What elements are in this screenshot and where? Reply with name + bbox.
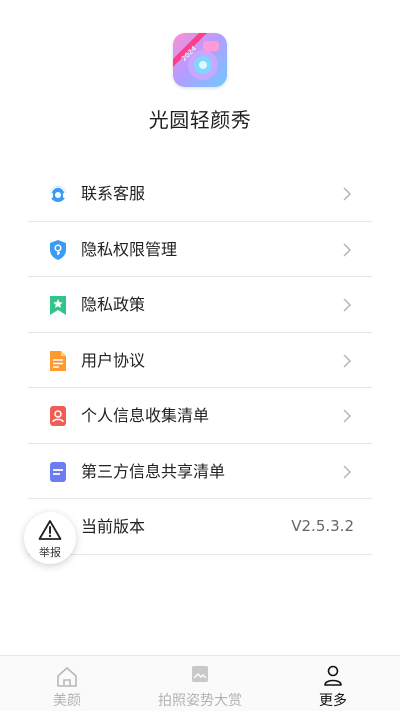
version-number: V2.5.3.2 — [291, 517, 354, 535]
chevron-right-icon — [343, 242, 352, 257]
menu-item-third-party-sharing[interactable]: 第三方信息共享清单 — [28, 444, 372, 499]
shield-key-icon — [50, 239, 66, 260]
menu-item-label: 联系客服 — [81, 184, 146, 203]
bookmark-star-icon — [50, 296, 66, 315]
home-icon — [57, 667, 77, 687]
tab-label: 拍照姿势大赏 — [158, 693, 242, 709]
app-name: 光圆轻颜秀 — [148, 108, 252, 132]
menu-item-label: 个人信息收集清单 — [81, 406, 210, 425]
menu-item-label: 隐私政策 — [81, 295, 146, 314]
bottom-tab-bar: 美颜 拍照姿势大赏 更多 — [0, 655, 400, 711]
tab-label: 美颜 — [53, 693, 81, 709]
chevron-right-icon — [343, 409, 352, 423]
tab-photo-poses[interactable]: 拍照姿势大赏 — [146, 656, 254, 711]
report-button[interactable]: 举报 — [24, 512, 76, 564]
report-label: 举报 — [39, 546, 61, 559]
image-icon — [192, 666, 208, 682]
menu-item-label: 第三方信息共享清单 — [81, 461, 226, 481]
menu-item-label: 当前版本 — [81, 517, 146, 536]
settings-menu: 联系客服 隐私权限管理 隐私政策 用户协议 个人信息收集清单 第三方信息共享清单… — [28, 166, 372, 555]
customer-service-icon — [50, 186, 66, 202]
app-logo: 2024 — [173, 33, 227, 87]
menu-item-label: 隐私权限管理 — [81, 239, 178, 259]
chevron-right-icon — [343, 187, 352, 201]
tab-label: 更多 — [319, 693, 347, 709]
menu-item-user-agreement[interactable]: 用户协议 — [28, 333, 372, 388]
chevron-right-icon — [343, 298, 352, 312]
tab-more[interactable]: 更多 — [293, 656, 373, 711]
tab-beauty[interactable]: 美颜 — [27, 656, 107, 711]
list-document-icon — [50, 461, 66, 482]
person-card-icon — [50, 406, 66, 426]
menu-item-privacy-permissions[interactable]: 隐私权限管理 — [28, 222, 372, 277]
warning-triangle-icon — [38, 520, 62, 540]
app-header: 2024 光圆轻颜秀 — [0, 0, 400, 150]
document-icon — [50, 350, 66, 371]
chevron-right-icon — [343, 464, 352, 479]
menu-item-label: 用户协议 — [81, 350, 146, 370]
menu-item-customer-service[interactable]: 联系客服 — [28, 166, 372, 222]
menu-item-current-version: 当前版本 V2.5.3.2 — [28, 499, 372, 555]
menu-item-privacy-policy[interactable]: 隐私政策 — [28, 277, 372, 333]
person-icon — [324, 665, 342, 686]
chevron-right-icon — [343, 353, 352, 368]
menu-item-personal-info-list[interactable]: 个人信息收集清单 — [28, 388, 372, 444]
